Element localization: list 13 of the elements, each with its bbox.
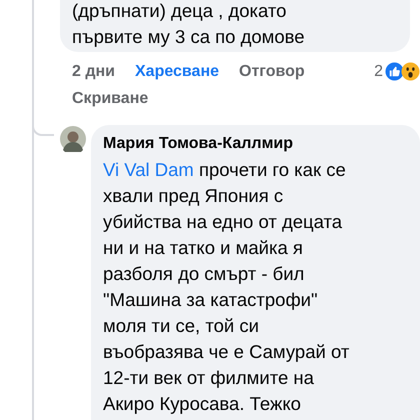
hide-link[interactable]: Скриване [72, 90, 148, 108]
reaction-count: 2 [374, 62, 383, 80]
comment-text: (дръпнати) деца , докато първите му 3 са по домове [60, 0, 410, 52]
surprised-face-icon [401, 62, 420, 81]
comment-text: Vi Val Dam прочети го как се хвали пред Япония с убийства на едно от децата ни и на татко и майка я разболя до смърт - бил "Машина за катастрофи" моля ти се, той си въобразява че е Самурай от 12-ти век от филмите на Акиро Куросава. Тежко [103, 158, 350, 416]
reply-connector-line [32, 125, 54, 136]
like-link[interactable]: Харесване [135, 62, 220, 80]
reply-link[interactable]: Отговор [239, 62, 305, 80]
comment-time: 2 дни [72, 62, 115, 80]
author-name[interactable]: Мария Томова-Каллмир [103, 133, 408, 155]
avatar [60, 126, 86, 152]
thumbs-up-icon [385, 62, 404, 81]
mention-link[interactable]: Vi Val Dam [103, 159, 194, 180]
